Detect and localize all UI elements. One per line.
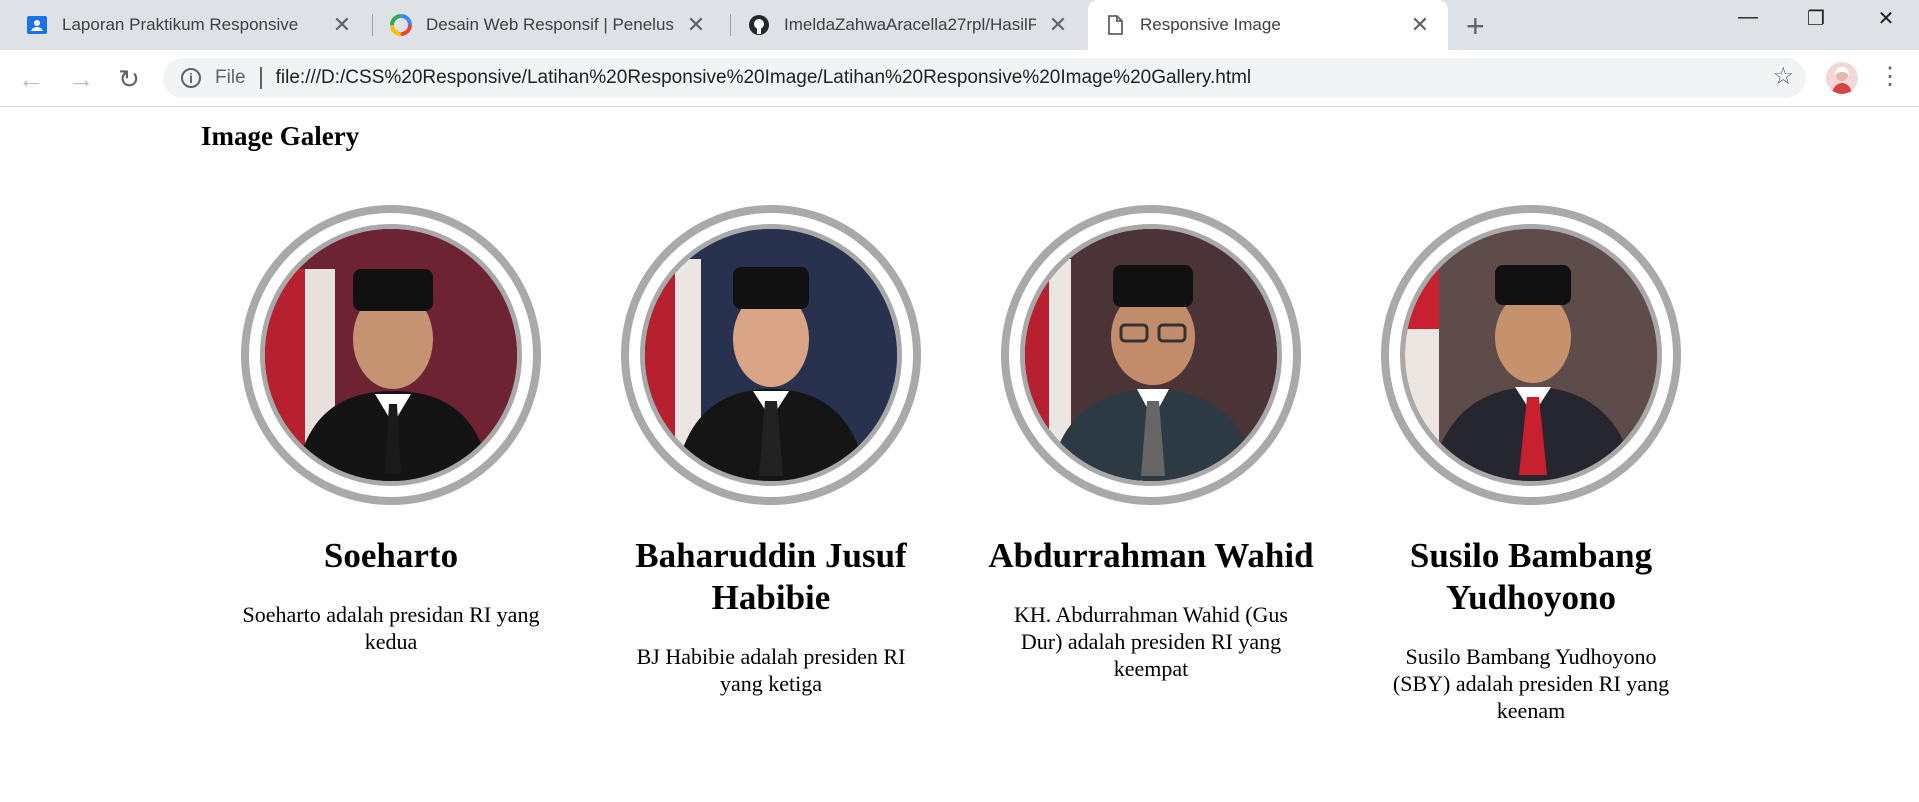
tab-desain-web[interactable]: Desain Web Responsif | Penelus ✕ [374,0,724,50]
tab-responsive-image[interactable]: Responsive Image ✕ [1088,0,1448,50]
tab-laporan[interactable]: Laporan Praktikum Responsive ✕ [10,0,370,50]
portrait-image [260,224,522,486]
gallery-card-gusdur: Abdurrahman Wahid KH. Abdurrahman Wahid … [961,205,1341,724]
tab-github[interactable]: ImeldaZahwaAracella27rpl/HasilP ✕ [732,0,1086,50]
document-icon [1104,14,1126,36]
minimize-icon[interactable]: — [1728,6,1768,29]
tab-title: Desain Web Responsif | Penelus [426,15,674,34]
avatar[interactable] [1826,62,1858,94]
browser-chrome: Laporan Praktikum Responsive ✕ Desain We… [0,0,1919,107]
omnibox-divider [259,67,262,89]
portrait-image [640,224,902,486]
github-icon [748,14,770,36]
tab-separator [372,14,373,36]
person-name: Susilo Bambang Yudhoyono [1409,536,1653,617]
person-description: BJ Habibie adalah presiden RI yang ketig… [636,644,906,696]
classroom-icon [26,14,48,36]
person-description: KH. Abdurrahman Wahid (Gus Dur) adalah p… [1013,602,1288,681]
portrait-frame [1381,205,1681,505]
gallery-card-sby: Susilo Bambang Yudhoyono Susilo Bambang … [1341,205,1721,724]
url-text[interactable]: file:///D:/CSS%20Responsive/Latihan%20Re… [276,67,1252,89]
back-arrow-icon[interactable]: ← [16,64,46,95]
person-description: Soeharto adalah presidan RI yang kedua [242,602,540,654]
gallery-card-soeharto: Soeharto Soeharto adalah presidan RI yan… [201,205,581,724]
google-logo-icon [390,14,412,36]
person-description: Susilo Bambang Yudhoyono (SBY) adalah pr… [1392,644,1670,723]
portrait-frame [241,205,541,505]
info-icon[interactable]: i [181,68,201,88]
close-tab-icon[interactable]: ✕ [1046,12,1070,38]
portrait-frame [621,205,921,505]
scheme-label: File [215,67,246,88]
page-content: Image Galery Soeharto Soeharto adalah pr… [0,107,1919,802]
close-tab-icon[interactable]: ✕ [1408,12,1432,38]
portrait-image [1020,224,1282,486]
browser-toolbar: ← → ↻ i File file:///D:/CSS%20Responsive… [0,50,1919,107]
tab-title: ImeldaZahwaAracella27rpl/HasilP [784,15,1036,34]
person-name: Soeharto [323,536,459,575]
gallery-card-habibie: Baharuddin Jusuf Habibie BJ Habibie adal… [581,205,961,724]
tab-strip: Laporan Praktikum Responsive ✕ Desain We… [0,0,1919,50]
close-tab-icon[interactable]: ✕ [684,12,708,38]
forward-arrow-icon[interactable]: → [66,64,96,95]
address-bar[interactable]: i File file:///D:/CSS%20Responsive/Latih… [163,58,1806,98]
tab-title: Laporan Praktikum Responsive [62,15,299,34]
portrait-frame [1001,205,1301,505]
tab-separator [730,14,731,36]
restore-icon[interactable]: ❐ [1796,6,1836,31]
person-name: Abdurrahman Wahid [988,536,1314,575]
tab-title: Responsive Image [1140,15,1281,34]
person-name: Baharuddin Jusuf Habibie [635,536,907,617]
close-window-icon[interactable]: ✕ [1866,6,1906,31]
image-gallery: Soeharto Soeharto adalah presidan RI yan… [201,205,1721,724]
close-tab-icon[interactable]: ✕ [330,12,354,38]
kebab-menu-icon[interactable]: ⋮ [1878,62,1902,91]
reload-icon[interactable]: ↻ [114,64,144,95]
portrait-image [1400,224,1662,486]
star-icon[interactable]: ☆ [1772,62,1794,91]
page-title: Image Galery [201,121,360,151]
new-tab-icon[interactable]: + [1466,8,1485,45]
